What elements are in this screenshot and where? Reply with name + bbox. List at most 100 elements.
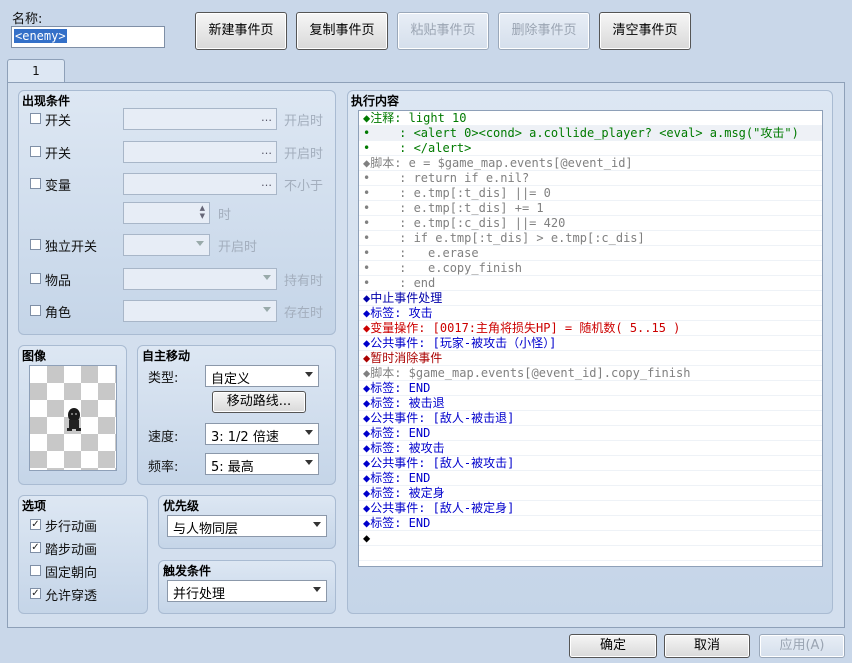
tab-page-1[interactable]: 1 bbox=[7, 59, 65, 83]
command-line[interactable]: ◆标签: END bbox=[359, 471, 822, 486]
command-line[interactable]: ◆公共事件: [敌人-被击退] bbox=[359, 411, 822, 426]
actor-checkbox[interactable] bbox=[30, 305, 41, 316]
command-line[interactable]: ◆公共事件: [敌人-被定身] bbox=[359, 501, 822, 516]
item-select[interactable] bbox=[123, 268, 277, 290]
command-line[interactable]: • : return if e.nil? bbox=[359, 171, 822, 186]
frequency-select[interactable]: 5: 最高 bbox=[205, 453, 319, 475]
command-line[interactable]: ◆标签: END bbox=[359, 381, 822, 396]
move-route-button[interactable]: 移动路线... bbox=[212, 391, 306, 413]
actor-select[interactable] bbox=[123, 300, 277, 322]
frequency-value: 5: 最高 bbox=[211, 460, 254, 475]
ok-button[interactable]: 确定 bbox=[569, 634, 657, 658]
direction-fix-label: 固定朝向 bbox=[45, 566, 98, 581]
options-title: 选项 bbox=[22, 499, 47, 513]
move-type-value: 自定义 bbox=[211, 372, 251, 387]
command-line[interactable]: • : </alert> bbox=[359, 141, 822, 156]
command-line[interactable]: ◆脚本: $game_map.events[@event_id].copy_fi… bbox=[359, 366, 822, 381]
new-page-button[interactable]: 新建事件页 bbox=[195, 12, 287, 50]
name-input[interactable]: <enemy> bbox=[11, 26, 165, 48]
command-line[interactable]: • : end bbox=[359, 276, 822, 291]
command-line[interactable]: ◆暂时消除事件 bbox=[359, 351, 822, 366]
chevron-down-icon bbox=[305, 430, 313, 435]
chevron-down-icon bbox=[313, 522, 321, 527]
chevron-down-icon bbox=[305, 372, 313, 377]
priority-select[interactable]: 与人物同层 bbox=[167, 515, 327, 537]
cancel-button[interactable]: 取消 bbox=[664, 634, 750, 658]
frequency-label: 频率: bbox=[148, 460, 179, 475]
command-line[interactable]: ◆标签: 被攻击 bbox=[359, 441, 822, 456]
step-anim-label: 踏步动画 bbox=[45, 543, 98, 558]
item-checkbox[interactable] bbox=[30, 273, 41, 284]
command-line[interactable]: ◆公共事件: [敌人-被攻击] bbox=[359, 456, 822, 471]
variable-suffix: 不小于 bbox=[284, 179, 324, 194]
switch1-field[interactable]: … bbox=[123, 108, 277, 130]
variable-checkbox[interactable] bbox=[30, 178, 41, 189]
browse-icon: … bbox=[261, 111, 272, 124]
speed-label: 速度: bbox=[148, 430, 179, 445]
name-label: 名称: bbox=[12, 12, 43, 27]
command-line[interactable]: ◆标签: END bbox=[359, 426, 822, 441]
variable-value-spinner[interactable]: ▲ ▼ bbox=[123, 202, 210, 224]
walk-anim-label: 步行动画 bbox=[45, 520, 98, 535]
switch1-suffix: 开启时 bbox=[284, 114, 324, 129]
self-switch-checkbox[interactable] bbox=[30, 239, 41, 250]
event-graphic[interactable] bbox=[29, 365, 117, 471]
chevron-down-icon bbox=[305, 460, 313, 465]
command-line[interactable]: ◆中止事件处理 bbox=[359, 291, 822, 306]
command-line[interactable]: ◆ bbox=[359, 531, 822, 546]
move-type-select[interactable]: 自定义 bbox=[205, 365, 319, 387]
command-line[interactable]: • : e.tmp[:t_dis] ||= 0 bbox=[359, 186, 822, 201]
trigger-value: 并行处理 bbox=[173, 587, 226, 602]
name-input-value: <enemy> bbox=[14, 29, 67, 43]
command-line[interactable]: ◆注释: light 10 bbox=[359, 111, 822, 126]
command-line[interactable]: ◆脚本: e = $game_map.events[@event_id] bbox=[359, 156, 822, 171]
trigger-select[interactable]: 并行处理 bbox=[167, 580, 327, 602]
switch2-label: 开关 bbox=[45, 147, 72, 162]
command-line[interactable]: • : e.erase bbox=[359, 246, 822, 261]
command-line[interactable]: ◆公共事件: [玩家-被攻击（小怪）] bbox=[359, 336, 822, 351]
copy-page-button[interactable]: 复制事件页 bbox=[296, 12, 388, 50]
command-line[interactable]: • : <alert 0><cond> a.collide_player? <e… bbox=[359, 126, 822, 141]
paste-page-button[interactable]: 粘贴事件页 bbox=[397, 12, 489, 50]
command-line[interactable]: • : e.tmp[:c_dis] ||= 420 bbox=[359, 216, 822, 231]
actor-label: 角色 bbox=[45, 306, 72, 321]
command-line[interactable]: ◆标签: 攻击 bbox=[359, 306, 822, 321]
chevron-down-icon bbox=[313, 587, 321, 592]
contents-title: 执行内容 bbox=[351, 94, 400, 108]
self-switch-label: 独立开关 bbox=[45, 240, 98, 255]
command-line[interactable]: • : e.copy_finish bbox=[359, 261, 822, 276]
priority-value: 与人物同层 bbox=[173, 522, 239, 537]
empty-line bbox=[359, 546, 822, 561]
priority-title: 优先级 bbox=[163, 499, 200, 513]
command-line[interactable]: ◆标签: 被击退 bbox=[359, 396, 822, 411]
apply-button[interactable]: 应用(A) bbox=[759, 634, 845, 658]
event-command-list[interactable]: ◆注释: light 10 • : <alert 0><cond> a.colli… bbox=[358, 110, 823, 567]
switch1-checkbox[interactable] bbox=[30, 113, 41, 124]
clear-page-button[interactable]: 清空事件页 bbox=[599, 12, 691, 50]
browse-icon: … bbox=[261, 144, 272, 157]
variable-field[interactable]: … bbox=[123, 173, 277, 195]
switch1-label: 开关 bbox=[45, 114, 72, 129]
empty-line bbox=[359, 561, 822, 566]
chevron-down-icon bbox=[263, 307, 271, 312]
spinner-arrows-icon: ▲ ▼ bbox=[199, 204, 205, 220]
step-anim-checkbox[interactable]: ✓ bbox=[30, 542, 41, 553]
conditions-title: 出现条件 bbox=[22, 94, 71, 108]
switch2-checkbox[interactable] bbox=[30, 146, 41, 157]
command-line[interactable]: • : e.tmp[:t_dis] += 1 bbox=[359, 201, 822, 216]
move-type-label: 类型: bbox=[148, 371, 179, 386]
speed-select[interactable]: 3: 1/2 倍速 bbox=[205, 423, 319, 445]
command-line[interactable]: • : if e.tmp[:t_dis] > e.tmp[:c_dis] bbox=[359, 231, 822, 246]
command-line[interactable]: ◆变量操作: [0017:主角将损失HP] = 随机数( 5..15 ) bbox=[359, 321, 822, 336]
image-title: 图像 bbox=[22, 349, 47, 363]
self-switch-select[interactable] bbox=[123, 234, 210, 256]
walk-anim-checkbox[interactable]: ✓ bbox=[30, 519, 41, 530]
command-line[interactable]: ◆标签: 被定身 bbox=[359, 486, 822, 501]
through-checkbox[interactable]: ✓ bbox=[30, 588, 41, 599]
command-line[interactable]: ◆标签: END bbox=[359, 516, 822, 531]
direction-fix-checkbox[interactable] bbox=[30, 565, 41, 576]
delete-page-button[interactable]: 删除事件页 bbox=[498, 12, 590, 50]
switch2-field[interactable]: … bbox=[123, 141, 277, 163]
actor-suffix: 存在时 bbox=[284, 306, 324, 321]
browse-icon: … bbox=[261, 176, 272, 189]
